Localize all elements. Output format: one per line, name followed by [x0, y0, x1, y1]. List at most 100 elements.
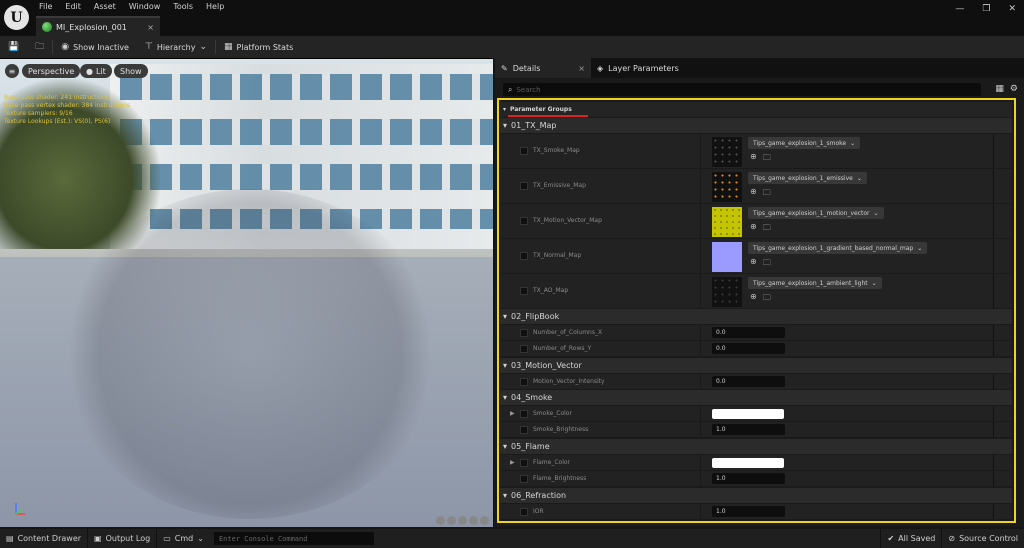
menu-window[interactable]: Window [129, 2, 168, 11]
document-tab[interactable]: MI_Explosion_001 × [36, 16, 160, 36]
menu-asset[interactable]: Asset [94, 2, 123, 11]
column-divider [993, 455, 994, 470]
texture-asset-dropdown[interactable]: Tips_game_explosion_1_ambient_light ⌄ [748, 277, 882, 289]
browse-asset-icon[interactable]: ⊕ [750, 292, 757, 306]
override-checkbox[interactable] [520, 182, 528, 190]
folder-icon[interactable]: 🗀 [763, 292, 771, 306]
override-checkbox[interactable] [520, 217, 528, 225]
folder-icon[interactable]: 🗀 [763, 257, 771, 271]
table-view-icon[interactable]: ▦ [995, 84, 1004, 94]
override-checkbox[interactable] [520, 459, 528, 467]
menu-help[interactable]: Help [206, 2, 231, 11]
viewport-menu-button[interactable]: ≡ [5, 64, 19, 78]
override-checkbox[interactable] [520, 426, 528, 434]
all-saved-label: All Saved [898, 534, 936, 543]
eye-icon: ◉ [61, 42, 70, 52]
all-saved-button[interactable]: ✔ All Saved [880, 529, 943, 548]
smoke-texture-thumbnail[interactable] [712, 137, 742, 167]
group-03-motion-vector[interactable]: ▾ 03_Motion_Vector [500, 358, 1012, 373]
group-02-flipbook[interactable]: ▾ 02_FlipBook [500, 309, 1012, 324]
preview-viewport[interactable]: ≡ Perspective ● Lit Show Base pass shader… [0, 58, 493, 527]
expand-arrow-icon[interactable]: ▶ [510, 459, 515, 466]
override-checkbox[interactable] [520, 345, 528, 353]
group-05-flame[interactable]: ▾ 05_Flame [500, 439, 1012, 454]
number-input[interactable]: 1.0 [712, 424, 785, 435]
output-log-button[interactable]: ▣ Output Log [88, 529, 158, 548]
menu-edit[interactable]: Edit [65, 2, 88, 11]
override-checkbox[interactable] [520, 147, 528, 155]
group-04-smoke[interactable]: ▾ 04_Smoke [500, 390, 1012, 405]
folder-icon[interactable]: 🗀 [763, 222, 771, 236]
perspective-button[interactable]: Perspective [22, 64, 81, 78]
search-input[interactable]: ⌕ Search [503, 83, 981, 96]
override-checkbox[interactable] [520, 410, 528, 418]
texture-controls: ⊕ 🗀 [750, 187, 771, 201]
stats-icon: ▦ [224, 42, 233, 52]
show-inactive-button[interactable]: ◉ Show Inactive [53, 36, 137, 58]
override-checkbox[interactable] [520, 329, 528, 337]
plane-preview-icon[interactable] [458, 516, 467, 525]
browse-asset-icon[interactable]: ⊕ [750, 187, 757, 201]
ao-texture-thumbnail[interactable] [712, 277, 742, 307]
settings-gear-icon[interactable]: ⚙ [1010, 84, 1018, 94]
menu-tools[interactable]: Tools [173, 2, 200, 11]
expand-arrow-icon[interactable]: ▶ [510, 410, 515, 417]
browse-button[interactable]: 🗀 [27, 36, 52, 58]
close-window-icon[interactable]: ✕ [1008, 4, 1016, 14]
texture-row: TX_Emissive_Map Tips_game_explosion_1_em… [500, 169, 1012, 204]
color-swatch[interactable] [712, 409, 784, 419]
number-input[interactable]: 0.0 [712, 376, 785, 387]
param-name: Flame_Brightness [533, 475, 587, 482]
sphere-preview-icon[interactable] [436, 516, 445, 525]
show-inactive-label: Show Inactive [73, 42, 129, 52]
folder-icon[interactable]: 🗀 [763, 187, 771, 201]
texture-asset-dropdown[interactable]: Tips_game_explosion_1_gradient_based_nor… [748, 242, 928, 254]
folder-icon[interactable]: 🗀 [763, 152, 771, 166]
console-input[interactable]: Enter Console Command [213, 532, 374, 545]
custom-preview-icon[interactable] [480, 516, 489, 525]
number-input[interactable]: 0.0 [712, 343, 785, 354]
group-01-tx-map[interactable]: ▾ 01_TX_Map [500, 118, 1012, 133]
platform-stats-button[interactable]: ▦ Platform Stats [216, 36, 301, 58]
texture-asset-dropdown[interactable]: Tips_game_explosion_1_motion_vector ⌄ [748, 207, 884, 219]
motion-vector-texture-thumbnail[interactable] [712, 207, 742, 237]
content-drawer-label: Content Drawer [17, 534, 82, 543]
override-checkbox[interactable] [520, 252, 528, 260]
source-control-button[interactable]: ⊘ Source Control [942, 529, 1024, 548]
cube-preview-icon[interactable] [447, 516, 456, 525]
override-checkbox[interactable] [520, 378, 528, 386]
texture-asset-dropdown[interactable]: Tips_game_explosion_1_smoke ⌄ [748, 137, 861, 149]
texture-asset-dropdown[interactable]: Tips_game_explosion_1_emissive ⌄ [748, 172, 867, 184]
hierarchy-button[interactable]: ⊤ Hierarchy ⌄ [137, 36, 215, 58]
close-tab-icon[interactable]: × [578, 64, 585, 73]
browse-asset-icon[interactable]: ⊕ [750, 222, 757, 236]
tab-layer-parameters[interactable]: ◈ Layer Parameters [591, 58, 685, 78]
color-swatch[interactable] [712, 458, 784, 468]
override-checkbox[interactable] [520, 287, 528, 295]
content-drawer-button[interactable]: ▤ Content Drawer [0, 529, 89, 548]
unreal-logo-icon[interactable]: U [4, 5, 29, 30]
browse-asset-icon[interactable]: ⊕ [750, 257, 757, 271]
minimize-icon[interactable]: — [955, 4, 964, 14]
browse-asset-icon[interactable]: ⊕ [750, 152, 757, 166]
cylinder-preview-icon[interactable] [469, 516, 478, 525]
restore-icon[interactable]: ❐ [982, 4, 990, 14]
texture-row: TX_AO_Map Tips_game_explosion_1_ambient_… [500, 274, 1012, 309]
group-06-refraction[interactable]: ▾ 06_Refraction [500, 488, 1012, 503]
tab-details[interactable]: ✎ Details × [495, 58, 591, 78]
menu-file[interactable]: File [39, 2, 59, 11]
override-checkbox[interactable] [520, 475, 528, 483]
cmd-button[interactable]: ▭ Cmd ⌄ [157, 529, 210, 548]
number-input[interactable]: 0.0 [712, 327, 785, 338]
number-input[interactable]: 1.0 [712, 506, 785, 517]
source-control-label: Source Control [959, 534, 1018, 543]
lit-button[interactable]: ● Lit [80, 64, 112, 78]
override-checkbox[interactable] [520, 508, 528, 516]
number-input[interactable]: 1.0 [712, 473, 785, 484]
show-button[interactable]: Show [114, 64, 148, 78]
close-tab-icon[interactable]: × [147, 23, 154, 32]
normal-texture-thumbnail[interactable] [712, 242, 742, 272]
emissive-texture-thumbnail[interactable] [712, 172, 742, 202]
save-button[interactable]: 💾 [0, 36, 27, 58]
texture-controls: ⊕ 🗀 [750, 257, 771, 271]
